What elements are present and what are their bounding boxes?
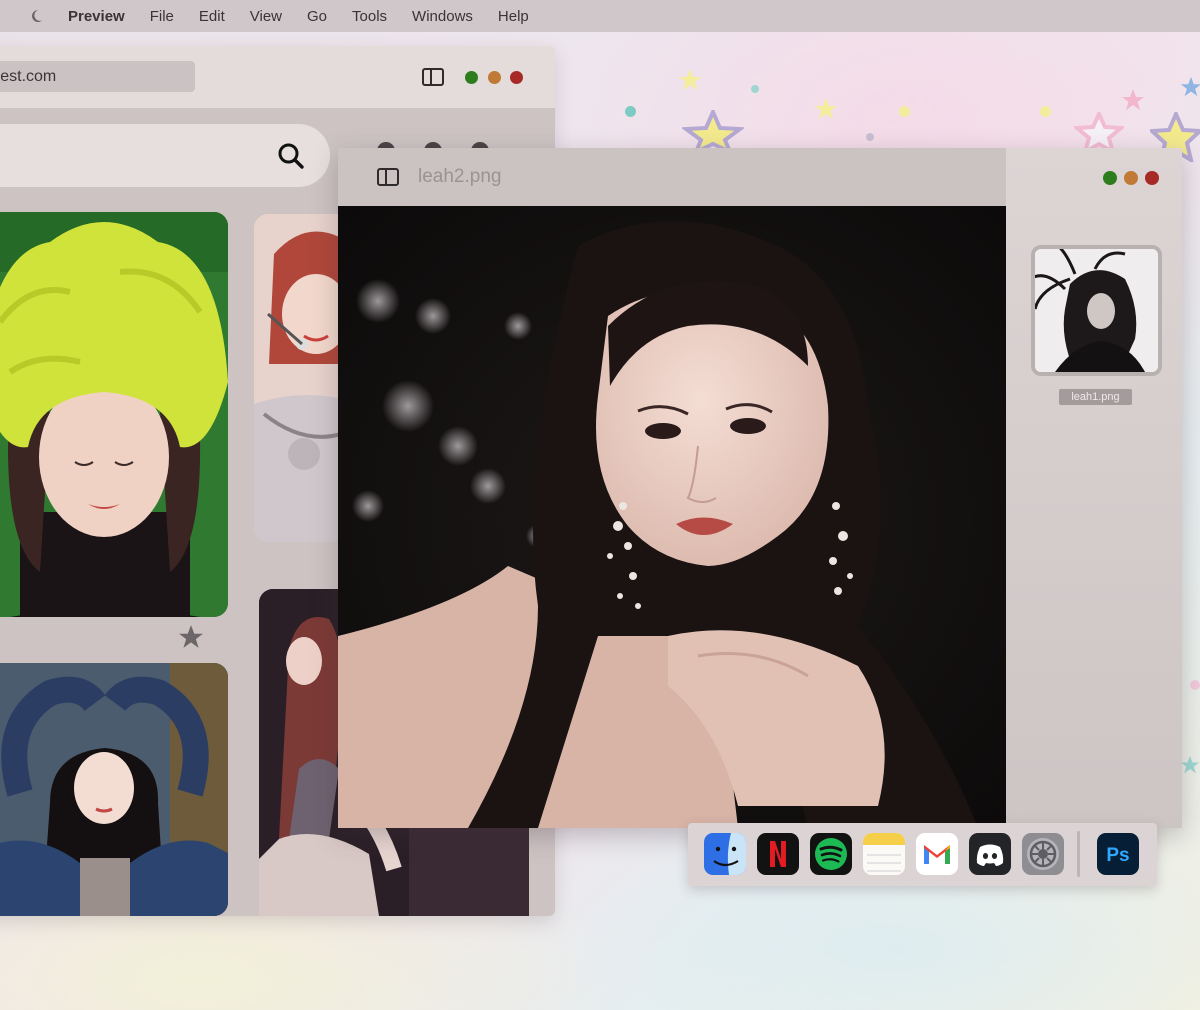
menu-bar: Preview File Edit View Go Tools Windows … bbox=[0, 0, 1200, 32]
wallpaper-star-icon bbox=[1180, 755, 1200, 774]
window-title: leah2.png bbox=[418, 166, 502, 187]
photoshop-icon[interactable]: Ps bbox=[1097, 833, 1139, 875]
finder-icon[interactable] bbox=[704, 833, 746, 875]
wallpaper-star-icon bbox=[1180, 76, 1200, 97]
green-window-button[interactable] bbox=[1103, 171, 1117, 185]
gmail-icon[interactable] bbox=[916, 833, 958, 875]
wallpaper-star-icon bbox=[679, 69, 701, 90]
netflix-icon[interactable] bbox=[757, 833, 799, 875]
thumbnail-label: leah1.png bbox=[1059, 389, 1132, 405]
spotify-icon[interactable] bbox=[810, 833, 852, 875]
notes-icon[interactable] bbox=[863, 833, 905, 875]
pin-image[interactable] bbox=[0, 663, 228, 916]
moon-icon[interactable] bbox=[28, 8, 44, 24]
green-window-button[interactable] bbox=[465, 71, 478, 84]
orange-window-button[interactable] bbox=[1124, 171, 1138, 185]
wallpaper-dot bbox=[1190, 680, 1200, 690]
system-settings-icon[interactable] bbox=[1022, 833, 1064, 875]
menu-app-name[interactable]: Preview bbox=[68, 8, 125, 25]
wallpaper-star-icon bbox=[1074, 112, 1124, 152]
menu-tools[interactable]: Tools bbox=[352, 8, 387, 25]
pin-image[interactable] bbox=[0, 212, 228, 617]
wallpaper-dot bbox=[1040, 106, 1051, 117]
menu-help[interactable]: Help bbox=[498, 8, 529, 25]
thumbnail-leah1[interactable] bbox=[1031, 245, 1162, 376]
address-bar[interactable]: erest.com bbox=[0, 61, 195, 92]
wallpaper-dot bbox=[625, 106, 636, 117]
wallpaper-star-icon bbox=[815, 98, 837, 119]
menu-view[interactable]: View bbox=[250, 8, 282, 25]
wallpaper-dot bbox=[751, 85, 759, 93]
menu-file[interactable]: File bbox=[150, 8, 174, 25]
dock: Ps bbox=[688, 823, 1157, 886]
red-window-button[interactable] bbox=[1145, 171, 1159, 185]
svg-text:Ps: Ps bbox=[1106, 845, 1129, 866]
sidebar-toggle-icon[interactable] bbox=[422, 68, 444, 86]
orange-window-button[interactable] bbox=[488, 71, 501, 84]
wallpaper-dot bbox=[866, 133, 874, 141]
discord-icon[interactable] bbox=[969, 833, 1011, 875]
address-text: erest.com bbox=[0, 68, 57, 85]
sidebar-toggle-icon[interactable] bbox=[377, 168, 399, 186]
wallpaper-star-icon bbox=[682, 110, 744, 152]
red-window-button[interactable] bbox=[510, 71, 523, 84]
preview-window: leah2.png leah1.png bbox=[338, 148, 1182, 828]
menu-windows[interactable]: Windows bbox=[412, 8, 473, 25]
wallpaper-dot bbox=[899, 106, 910, 117]
star-icon[interactable] bbox=[178, 624, 204, 650]
preview-titlebar: leah2.png bbox=[338, 148, 1006, 206]
main-image[interactable] bbox=[338, 206, 1006, 828]
dock-separator bbox=[1077, 831, 1080, 877]
wallpaper-star-icon bbox=[1122, 89, 1144, 110]
menu-go[interactable]: Go bbox=[307, 8, 327, 25]
menu-edit[interactable]: Edit bbox=[199, 8, 225, 25]
search-icon[interactable] bbox=[277, 142, 305, 170]
